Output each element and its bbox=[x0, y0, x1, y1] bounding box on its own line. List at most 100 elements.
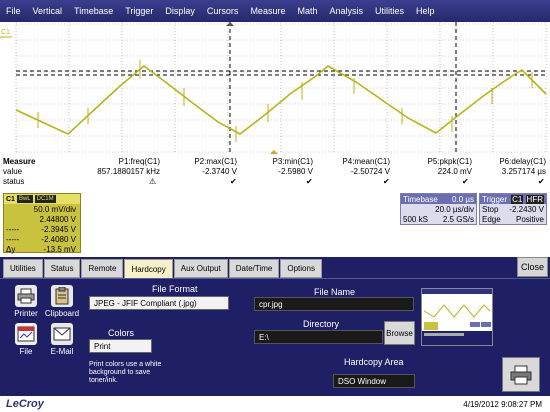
colors-note: Print colors use a white background to s… bbox=[89, 361, 162, 384]
p2-header[interactable]: P2:max(C1) bbox=[182, 157, 237, 166]
file-format-select[interactable]: JPEG - JFIF Compliant (.jpg) bbox=[89, 296, 229, 310]
hardcopy-panel: Printer Clipboard File E-Mail File Forma… bbox=[0, 278, 550, 396]
p5-value: 224.0 mV bbox=[437, 167, 472, 176]
menu-cursors[interactable]: Cursors bbox=[201, 6, 245, 16]
trigger-title: Trigger bbox=[482, 194, 508, 204]
trigger-level: -2.2430 V bbox=[509, 204, 544, 214]
hardcopy-preview bbox=[421, 288, 493, 346]
file-format-label: File Format bbox=[152, 284, 198, 294]
tab-remote[interactable]: Remote bbox=[81, 259, 124, 278]
directory-field[interactable]: E:\ bbox=[254, 330, 383, 344]
menu-trigger[interactable]: Trigger bbox=[119, 6, 159, 16]
p3-header[interactable]: P3:min(C1) bbox=[260, 157, 313, 166]
p3-check-icon: ✔ bbox=[306, 177, 313, 186]
trigger-hfr-tag: HFR bbox=[525, 194, 544, 204]
close-button[interactable]: Close bbox=[517, 257, 548, 277]
cursor-2-marker: ----- bbox=[6, 234, 20, 244]
waveform-display: C1 bbox=[0, 22, 547, 154]
print-icon bbox=[510, 365, 532, 384]
cursor-2-value: -2.4080 V bbox=[41, 234, 76, 244]
browse-button[interactable]: Browse bbox=[384, 321, 415, 345]
p6-header[interactable]: P6:delay(C1) bbox=[484, 157, 546, 166]
p4-check-icon: ✔ bbox=[383, 177, 390, 186]
menu-file[interactable]: File bbox=[0, 6, 27, 16]
colors-select[interactable]: Print bbox=[89, 339, 152, 353]
printer-icon bbox=[15, 285, 37, 307]
directory-label: Directory bbox=[303, 319, 340, 329]
p5-check-icon: ✔ bbox=[462, 177, 469, 186]
p2-check-icon: ✔ bbox=[230, 177, 237, 186]
p5-header[interactable]: P5:pkpk(C1) bbox=[412, 157, 472, 166]
email-button[interactable]: E-Mail bbox=[42, 323, 82, 361]
menu-bar: File Vertical Timebase Trigger Display Cursor… bbox=[0, 0, 550, 22]
clipboard-button[interactable]: Clipboard bbox=[42, 285, 82, 323]
dc1m-tag: DC1M bbox=[34, 195, 56, 203]
p1-warning-icon: ⚠ bbox=[149, 177, 157, 186]
timebase-samples: 500 kS bbox=[403, 214, 428, 224]
timebase-delay: 0.0 µs bbox=[452, 194, 474, 204]
colors-label: Colors bbox=[108, 328, 135, 338]
timebase-title: Timebase bbox=[403, 194, 438, 204]
trigger-mode: Stop bbox=[482, 204, 499, 214]
timebase-box[interactable]: Timebase 0.0 µs 20.0 µs/div 500 kS 2.5 GS/… bbox=[400, 193, 477, 225]
measure-title: Measure bbox=[3, 157, 36, 166]
c1-offset: 2.44800 V bbox=[39, 214, 76, 224]
menu-display[interactable]: Display bbox=[159, 6, 201, 16]
value-row-label: value bbox=[3, 167, 23, 176]
scope-grid[interactable]: C1 bbox=[0, 22, 550, 154]
menu-analysis[interactable]: Analysis bbox=[323, 6, 369, 16]
file-name-field[interactable]: cpr.jpg bbox=[254, 297, 414, 311]
menu-timebase[interactable]: Timebase bbox=[68, 6, 119, 16]
email-icon bbox=[51, 323, 73, 345]
utilities-dialog: Utilities Status Remote Hardcopy Aux Out… bbox=[0, 257, 550, 396]
measure-table[interactable]: Measure value status P1:freq(C1) P2:max(… bbox=[0, 155, 550, 191]
lecroy-logo: LeCroy bbox=[6, 398, 44, 410]
status-row-label: status bbox=[3, 177, 25, 186]
readouts: C1 BwL DC1M 50.0 mV/div 2.44800 V ----- -… bbox=[0, 193, 550, 255]
c1-label: C1 bbox=[6, 195, 15, 203]
menu-utilities[interactable]: Utilities bbox=[369, 6, 410, 16]
delta-y-value: -13.5 mV bbox=[43, 244, 76, 254]
p4-header[interactable]: P4:mean(C1) bbox=[330, 157, 390, 166]
trigger-source-tag: C1 bbox=[511, 194, 524, 204]
trigger-slope: Positive bbox=[515, 214, 544, 224]
menu-measure[interactable]: Measure bbox=[244, 6, 291, 16]
tab-status[interactable]: Status bbox=[43, 259, 81, 278]
tab-utilities[interactable]: Utilities bbox=[3, 259, 43, 278]
p6-check-icon: ✔ bbox=[538, 177, 545, 186]
p6-value: 3.257174 µs bbox=[501, 167, 546, 176]
clipboard-icon bbox=[51, 285, 73, 307]
file-icon bbox=[15, 323, 37, 345]
menu-vertical[interactable]: Vertical bbox=[27, 6, 69, 16]
dialog-tabs: Utilities Status Remote Hardcopy Aux Out… bbox=[3, 259, 322, 279]
c1-descriptor-box[interactable]: C1 BwL DC1M 50.0 mV/div 2.44800 V ----- -… bbox=[3, 193, 81, 254]
file-button[interactable]: File bbox=[6, 323, 46, 361]
printer-button[interactable]: Printer bbox=[6, 285, 46, 323]
tab-aux-output[interactable]: Aux Output bbox=[173, 259, 228, 278]
bwl-tag: BwL bbox=[16, 195, 33, 203]
c1-vdiv: 50.0 mV/div bbox=[33, 204, 76, 214]
tab-options[interactable]: Options bbox=[280, 259, 322, 278]
file-name-label: File Name bbox=[314, 287, 356, 297]
datetime: 4/19/2012 9:08:27 PM bbox=[463, 400, 542, 409]
p4-value: -2.50724 V bbox=[350, 167, 390, 176]
p1-header[interactable]: P1:freq(C1) bbox=[100, 157, 160, 166]
menu-help[interactable]: Help bbox=[410, 6, 441, 16]
print-button[interactable] bbox=[502, 357, 540, 392]
trigger-box[interactable]: Trigger C1 HFR Stop -2.2430 V Edge Positive bbox=[479, 193, 547, 225]
cursor-1-marker: ----- bbox=[6, 224, 20, 234]
timebase-rate: 2.5 GS/s bbox=[442, 214, 474, 224]
p1-value: 857.1880157 kHz bbox=[97, 167, 160, 176]
trigger-type: Edge bbox=[482, 214, 501, 224]
delta-y-label: Δy bbox=[6, 244, 16, 254]
menu-math[interactable]: Math bbox=[291, 6, 323, 16]
tab-date-time[interactable]: Date/Time bbox=[228, 259, 280, 278]
p2-value: -2.3740 V bbox=[202, 167, 237, 176]
c1-ground-marker: C1 bbox=[1, 29, 10, 36]
hardcopy-area-label: Hardcopy Area bbox=[344, 357, 404, 367]
hardcopy-area-select[interactable]: DSO Window bbox=[333, 374, 415, 388]
timebase-div: 20.0 µs/div bbox=[435, 204, 474, 214]
tab-hardcopy[interactable]: Hardcopy bbox=[124, 259, 173, 279]
status-bar: LeCroy 4/19/2012 9:08:27 PM bbox=[0, 396, 550, 412]
p3-value: -2.5980 V bbox=[278, 167, 313, 176]
